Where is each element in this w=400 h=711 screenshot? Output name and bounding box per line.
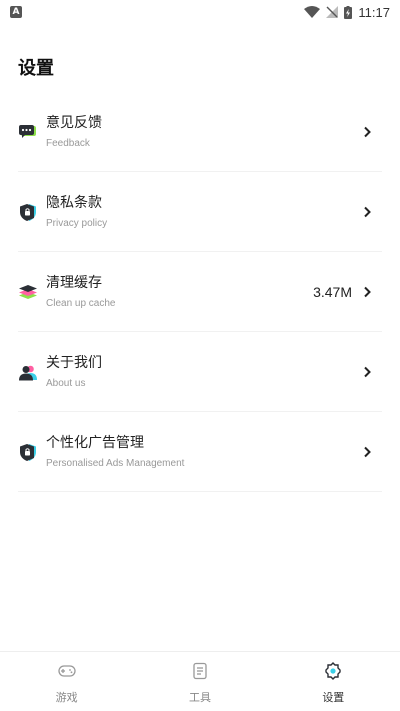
setting-title: 关于我们 [46, 355, 102, 371]
nav-settings[interactable]: 设置 [267, 652, 400, 711]
setting-personalised-ads[interactable]: 个性化广告管理 Personalised Ads Management [18, 412, 382, 492]
layers-cache-icon [19, 284, 37, 299]
chevron-right-icon [364, 366, 371, 377]
setting-subtitle: Feedback [46, 138, 90, 149]
setting-subtitle: Privacy policy [46, 218, 108, 229]
no-signal-icon [326, 6, 339, 18]
nav-games[interactable]: 游戏 [0, 652, 133, 711]
chevron-right-icon [364, 206, 371, 217]
setting-privacy-policy[interactable]: 隐私条款 Privacy policy [18, 172, 382, 252]
setting-clean-cache[interactable]: 清理缓存 Clean up cache 3.47M [18, 252, 382, 332]
setting-title: 隐私条款 [46, 195, 102, 211]
setting-subtitle: About us [46, 378, 86, 389]
ads-shield-icon [20, 443, 36, 461]
battery-charging-icon [344, 5, 353, 19]
status-time: 11:17 [358, 4, 390, 20]
status-bar: A 11:17 [0, 0, 400, 24]
setting-title: 意见反馈 [46, 115, 102, 131]
cache-size-value: 3.47M [313, 283, 352, 300]
page-title: 设置 [18, 58, 54, 79]
setting-subtitle: Clean up cache [46, 298, 116, 309]
feedback-icon [19, 124, 36, 138]
privacy-shield-icon [20, 203, 36, 221]
setting-feedback[interactable]: 意见反馈 Feedback [18, 92, 382, 172]
gamepad-icon [58, 665, 76, 677]
nav-label: 设置 [322, 691, 345, 704]
nav-tools[interactable]: 工具 [133, 652, 266, 711]
document-icon [193, 662, 207, 680]
chevron-right-icon [364, 446, 371, 457]
settings-gear-icon [325, 662, 342, 680]
setting-title: 清理缓存 [46, 275, 102, 291]
app-notification-icon: A [10, 6, 22, 18]
nav-label: 工具 [188, 691, 211, 704]
wifi-icon [304, 6, 321, 18]
people-icon [19, 365, 37, 380]
nav-label: 游戏 [55, 691, 78, 704]
setting-subtitle: Personalised Ads Management [46, 458, 185, 469]
settings-list: 意见反馈 Feedback 隐私条款 Privacy policy 清理缓存 C… [18, 92, 382, 492]
bottom-nav: 游戏 工具 设置 [0, 651, 400, 711]
chevron-right-icon [364, 286, 371, 297]
chevron-right-icon [364, 126, 371, 137]
setting-about-us[interactable]: 关于我们 About us [18, 332, 382, 412]
setting-title: 个性化广告管理 [46, 435, 144, 451]
